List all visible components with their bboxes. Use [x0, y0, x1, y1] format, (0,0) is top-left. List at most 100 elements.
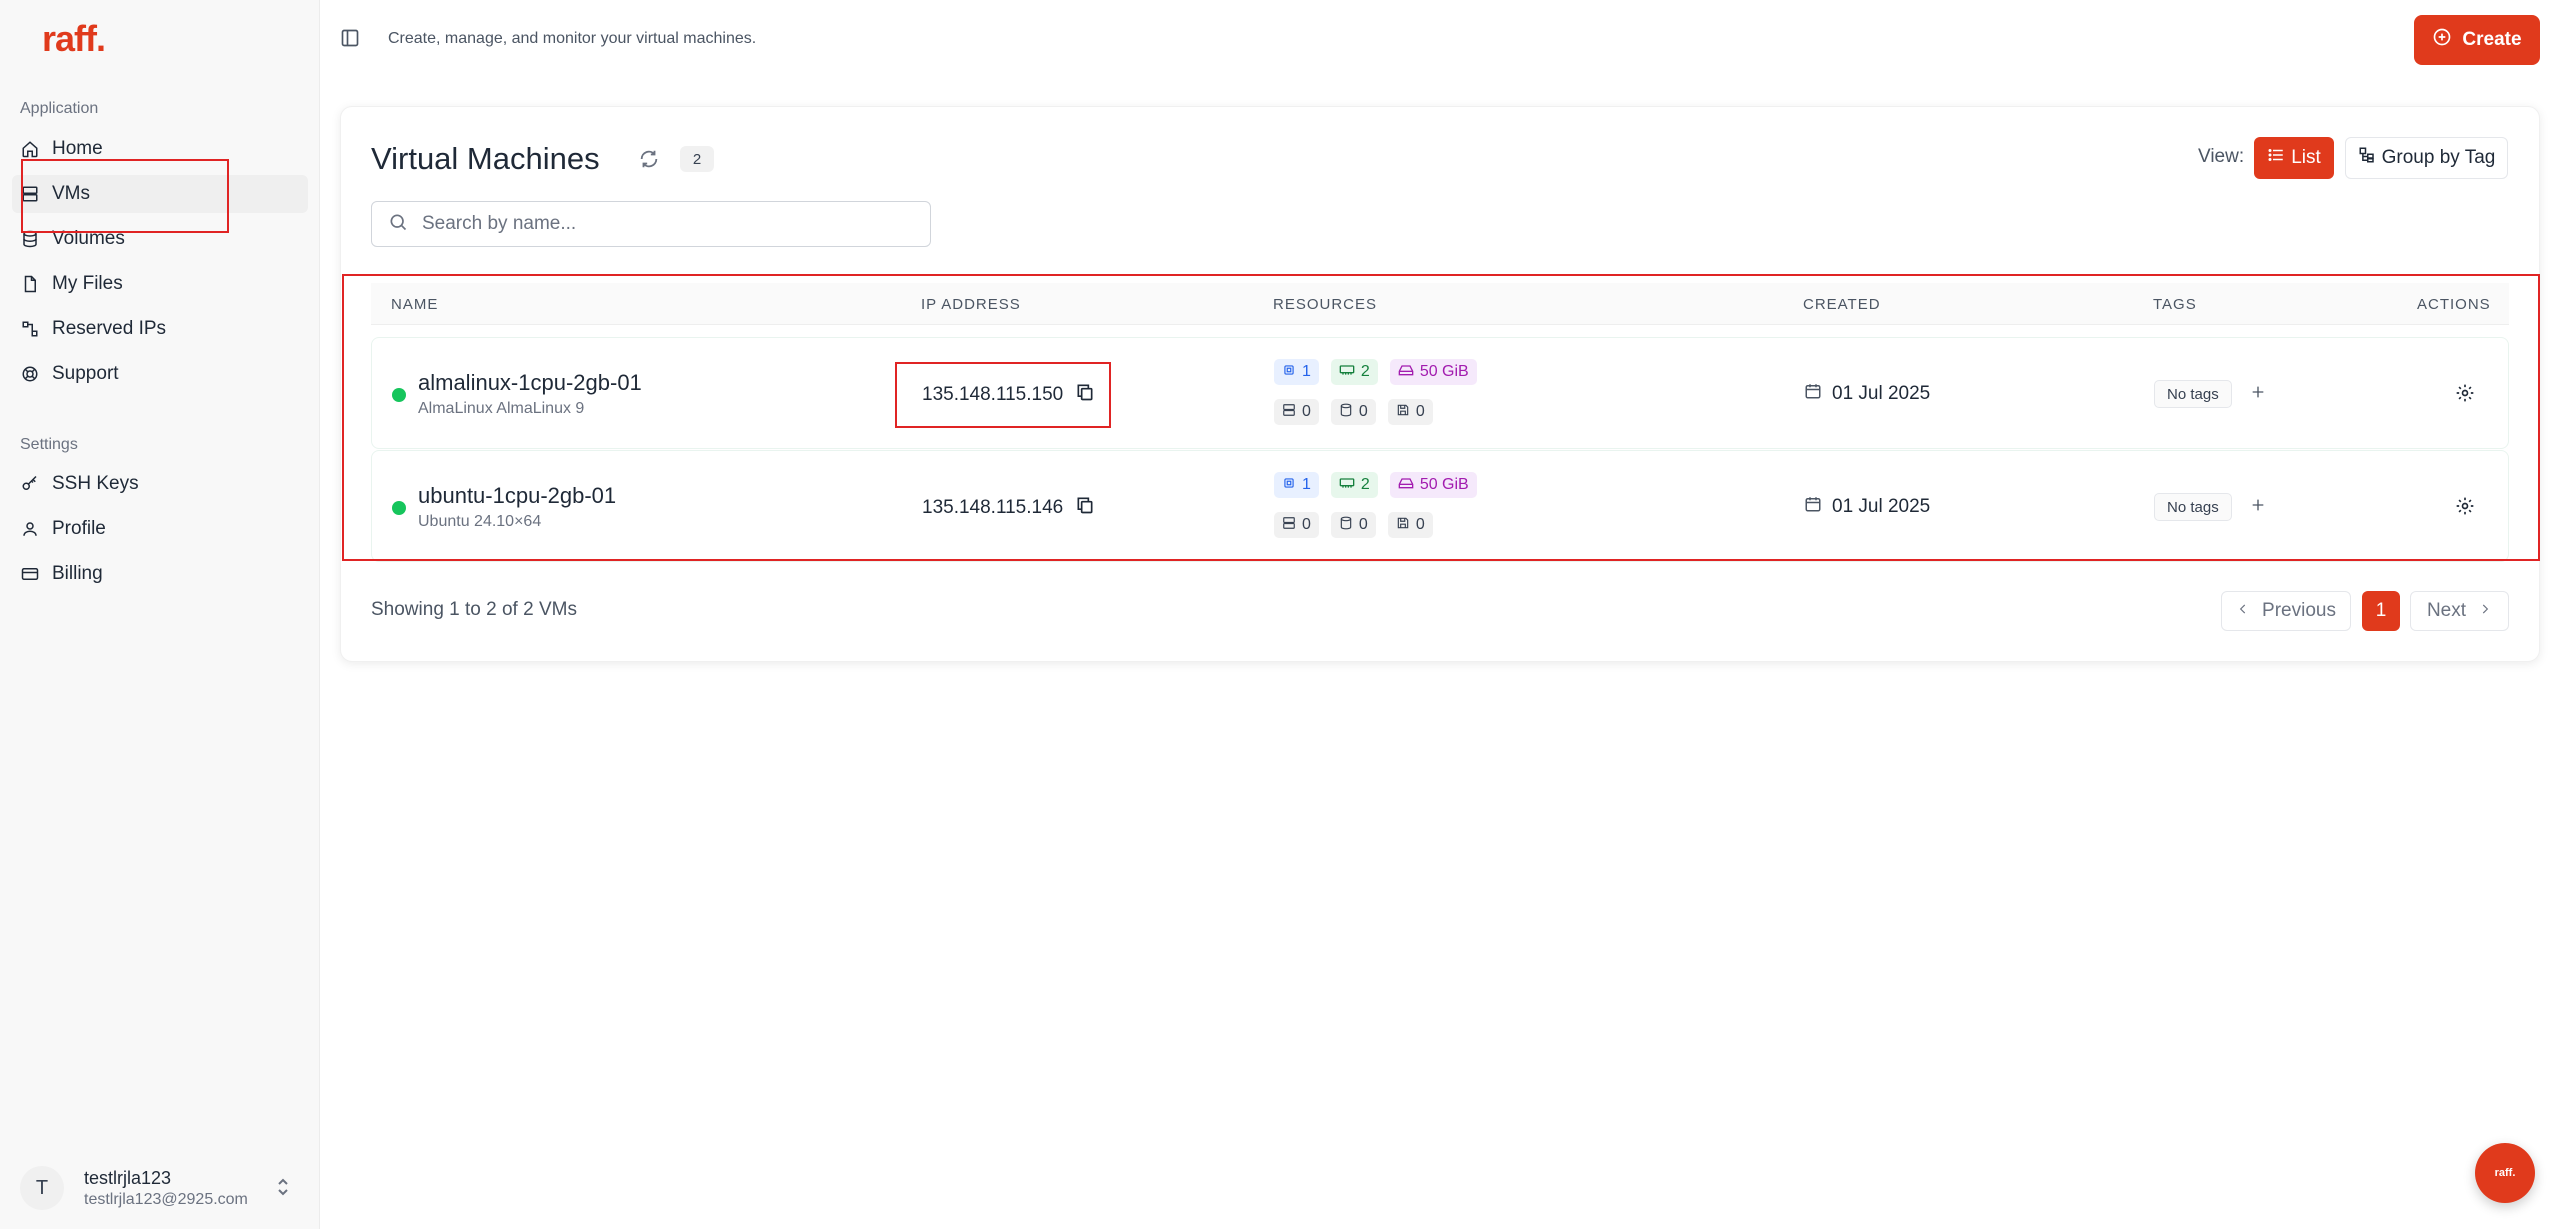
user-icon: [20, 519, 40, 539]
home-icon: [20, 139, 40, 159]
chevrons-up-down-icon: [276, 1176, 290, 1203]
add-tag-icon[interactable]: [2250, 497, 2266, 518]
tags-cell: No tags: [2154, 380, 2266, 408]
sidebar-item-label: Reserved IPs: [52, 318, 167, 339]
cpu-badge: 1: [1274, 359, 1319, 385]
view-group-by-tag-button[interactable]: Group by Tag: [2345, 137, 2508, 179]
column-header-ip: IP ADDRESS: [921, 296, 1021, 313]
refresh-icon[interactable]: [638, 148, 660, 175]
ip-address: 135.148.115.150: [922, 384, 1064, 405]
sidebar-toggle-icon[interactable]: [340, 28, 360, 53]
view-label: View:: [2198, 146, 2245, 167]
sidebar-item-my-files[interactable]: My Files: [20, 265, 308, 303]
column-header-name: NAME: [391, 296, 439, 313]
gear-icon[interactable]: [2455, 496, 2475, 521]
section-settings: Settings: [20, 436, 78, 453]
sidebar-item-label: Home: [52, 138, 103, 159]
sidebar-item-label: Volumes: [52, 228, 125, 249]
sidebar: raff. Application Home VMs Volumes My Fi…: [0, 0, 320, 1229]
server-icon: [1282, 403, 1296, 422]
sidebar-item-profile[interactable]: Profile: [20, 510, 308, 548]
sidebar-item-label: Profile: [52, 518, 106, 539]
memory-icon: [1339, 476, 1355, 495]
next-label: Next: [2426, 600, 2467, 621]
resources-secondary: 0 0 0: [1274, 399, 1433, 425]
no-tags-badge: No tags: [2154, 380, 2232, 408]
sidebar-item-label: Support: [52, 363, 119, 384]
user-name: testlrjla123: [84, 1167, 172, 1188]
vm-name[interactable]: ubuntu-1cpu-2gb-01: [418, 483, 616, 509]
sidebar-item-reserved-ips[interactable]: Reserved IPs: [20, 310, 308, 348]
vm-name[interactable]: almalinux-1cpu-2gb-01: [418, 370, 642, 396]
disk-badge: 50 GiB: [1389, 359, 1477, 385]
cpu-value: 1: [1302, 363, 1311, 380]
column-header-actions: ACTIONS: [2417, 296, 2491, 313]
database-icon: [1339, 403, 1353, 422]
user-menu[interactable]: T testlrjla123 testlrjla123@2925.com: [20, 1160, 300, 1216]
support-chat-button[interactable]: raff.: [2475, 1143, 2535, 1203]
page-1-button[interactable]: 1: [2362, 591, 2400, 631]
sidebar-item-ssh-keys[interactable]: SSH Keys: [20, 465, 308, 503]
cpu-badge: 1: [1274, 472, 1319, 498]
sidebar-item-volumes[interactable]: Volumes: [20, 220, 308, 258]
file-icon: [20, 274, 40, 294]
snapshot-count: 0: [1415, 403, 1425, 420]
create-button[interactable]: Create: [2414, 15, 2540, 65]
list-icon: [2267, 146, 2285, 170]
search-icon: [388, 212, 408, 237]
ram-value: 2: [1360, 363, 1370, 380]
avatar: T: [20, 1166, 64, 1210]
sidebar-item-home[interactable]: Home: [20, 130, 308, 168]
cpu-value: 1: [1302, 476, 1311, 493]
sidebar-item-support[interactable]: Support: [20, 355, 308, 393]
table-header: NAME IP ADDRESS RESOURCES CREATED TAGS A…: [371, 283, 2509, 325]
status-running-dot: [392, 388, 406, 402]
disk-value: 50 GiB: [1419, 363, 1469, 380]
page-subtitle: Create, manage, and monitor your virtual…: [388, 30, 757, 47]
cpu-icon: [1282, 363, 1296, 382]
ram-value: 2: [1360, 476, 1370, 493]
next-page-button[interactable]: Next: [2410, 591, 2509, 631]
database-icon: [20, 229, 40, 249]
sidebar-item-vms[interactable]: VMs: [12, 175, 308, 213]
database-icon: [1339, 516, 1353, 535]
volume-count-badge: 0: [1330, 399, 1376, 425]
view-list-label: List: [2291, 147, 2321, 168]
copy-icon[interactable]: [1075, 495, 1095, 521]
server-icon: [20, 184, 40, 204]
server-count-badge: 0: [1274, 399, 1319, 425]
save-icon: [1396, 403, 1410, 422]
created-date: 01 Jul 2025: [1804, 382, 1930, 406]
tag-tree-icon: [2358, 146, 2376, 170]
gear-icon[interactable]: [2455, 383, 2475, 408]
table-row[interactable]: almalinux-1cpu-2gb-01 AlmaLinux AlmaLinu…: [371, 337, 2509, 449]
user-email: testlrjla123@2925.com: [84, 1190, 248, 1208]
calendar-icon: [1804, 495, 1822, 519]
no-tags-badge: No tags: [2154, 493, 2232, 521]
ram-badge: 2: [1330, 472, 1378, 498]
copy-icon[interactable]: [1075, 382, 1095, 408]
snapshot-count: 0: [1415, 516, 1425, 533]
ip-address: 135.148.115.146: [922, 497, 1064, 518]
sidebar-item-label: My Files: [52, 273, 123, 294]
resources-primary: 1 2 50 GiB: [1274, 359, 1477, 385]
created-value: 01 Jul 2025: [1832, 496, 1931, 517]
search-input[interactable]: [422, 213, 902, 235]
plus-circle-icon: [2432, 27, 2452, 53]
vm-ip: 135.148.115.146: [922, 495, 1095, 521]
server-count: 0: [1302, 403, 1311, 420]
chevron-right-icon: [2478, 600, 2492, 622]
add-tag-icon[interactable]: [2250, 384, 2266, 405]
previous-label: Previous: [2262, 600, 2336, 621]
chevron-left-icon: [2236, 600, 2250, 622]
search-box: [371, 201, 931, 247]
key-icon: [20, 474, 40, 494]
vm-os: Ubuntu 24.10×64: [418, 513, 542, 530]
resources-primary: 1 2 50 GiB: [1274, 472, 1477, 498]
view-list-button[interactable]: List: [2254, 137, 2334, 179]
sidebar-item-billing[interactable]: Billing: [20, 555, 308, 593]
server-count-badge: 0: [1274, 512, 1319, 538]
previous-page-button[interactable]: Previous: [2221, 591, 2351, 631]
table-row[interactable]: ubuntu-1cpu-2gb-01 Ubuntu 24.10×64 135.1…: [371, 450, 2509, 562]
snapshot-count-badge: 0: [1387, 399, 1433, 425]
